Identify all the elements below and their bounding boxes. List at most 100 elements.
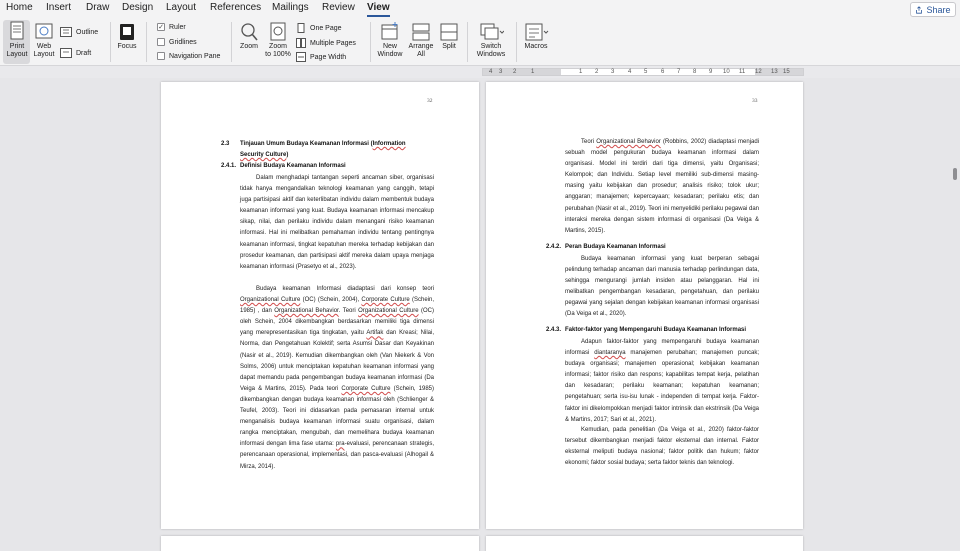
checkmark-icon: ✓ bbox=[157, 23, 165, 31]
tab-layout[interactable]: Layout bbox=[166, 2, 196, 13]
outline-label: Outline bbox=[76, 28, 99, 36]
one-page-icon bbox=[297, 23, 305, 33]
ruler-number: 13 bbox=[771, 69, 778, 75]
focus-icon bbox=[120, 24, 134, 40]
outline-icon bbox=[60, 27, 72, 37]
paragraph-text: (OC) (Schein, 2004), bbox=[300, 297, 362, 304]
tab-mailings[interactable]: Mailings bbox=[272, 2, 309, 13]
new-window-icon bbox=[381, 22, 398, 40]
web-layout-icon bbox=[35, 23, 53, 39]
vertical-scrollbar-thumb[interactable] bbox=[953, 168, 957, 180]
ruler-number: 7 bbox=[677, 69, 681, 75]
ruler-number: 12 bbox=[755, 69, 762, 75]
ruler-number: 3 bbox=[499, 69, 503, 75]
magnifier-icon bbox=[241, 23, 258, 41]
paragraph-text: Corporate Culture bbox=[341, 385, 391, 392]
paragraph-text: Organizational Behavior bbox=[274, 308, 339, 315]
heading-text: Security Culture bbox=[240, 152, 287, 158]
macros-button[interactable]: Macros bbox=[520, 21, 552, 51]
ribbon-divider bbox=[516, 22, 517, 62]
zoom-100-label: Zoom to 100% bbox=[265, 43, 291, 58]
paragraph-text: Teori bbox=[581, 139, 597, 145]
ribbon-divider bbox=[110, 22, 111, 62]
tab-references[interactable]: References bbox=[210, 2, 261, 13]
web-layout-button[interactable]: Web Layout bbox=[32, 21, 56, 59]
print-layout-label: Print Layout bbox=[6, 43, 28, 58]
page-width-button[interactable]: Page Width bbox=[296, 52, 346, 62]
ruler-number: 4 bbox=[489, 69, 493, 75]
paragraph: Budaya keamanan informasi yang kuat berp… bbox=[565, 256, 759, 318]
paragraph-text: manajemen perubahan; manajemen puncak; b… bbox=[565, 350, 759, 423]
web-layout-label: Web Layout bbox=[33, 43, 55, 58]
ruler-number: 6 bbox=[661, 69, 665, 75]
section-heading-2-4-3: Faktor-faktor yang Mempengaruhi Budaya K… bbox=[565, 327, 747, 333]
navigation-pane-checkbox[interactable]: Navigation Pane bbox=[157, 52, 220, 60]
heading-text: Information bbox=[372, 141, 406, 147]
horizontal-ruler[interactable]: 4 3 2 1 1 2 3 4 5 6 7 8 9 10 11 12 13 15 bbox=[0, 67, 960, 77]
gridlines-checkbox[interactable]: Gridlines bbox=[157, 38, 197, 46]
new-window-label: New Window bbox=[377, 43, 403, 58]
checkbox-empty-icon bbox=[157, 52, 165, 60]
switch-windows-icon bbox=[480, 23, 504, 40]
paragraph-text: diantaranya bbox=[594, 350, 626, 357]
document-page-left[interactable]: 32 2.3 Tinjauan Umum Budaya Keamanan Inf… bbox=[161, 82, 479, 529]
paragraph-text: Organizational Culture bbox=[358, 308, 419, 315]
outline-button[interactable]: Outline bbox=[60, 27, 98, 37]
paragraph: Teori Organizational Behavior (Robbins, … bbox=[565, 137, 759, 237]
ribbon-divider bbox=[370, 22, 371, 62]
draft-button[interactable]: Draft bbox=[60, 48, 91, 58]
ruler-checkbox[interactable]: ✓ Ruler bbox=[157, 23, 186, 31]
section-heading-2-4-1: Definisi Budaya Keamanan Informasi bbox=[240, 163, 346, 169]
share-button[interactable]: Share bbox=[910, 2, 956, 17]
ruler-margin-right bbox=[755, 69, 803, 75]
gridlines-label: Gridlines bbox=[169, 38, 197, 46]
one-page-button[interactable]: One Page bbox=[296, 23, 342, 33]
switch-windows-label: Switch Windows bbox=[476, 43, 506, 58]
tab-insert[interactable]: Insert bbox=[46, 2, 71, 13]
tab-draw[interactable]: Draw bbox=[86, 2, 109, 13]
multiple-pages-button[interactable]: Multiple Pages bbox=[296, 38, 356, 48]
arrange-all-button[interactable]: Arrange All bbox=[406, 21, 436, 59]
ruler-number: 15 bbox=[783, 69, 790, 75]
section-heading-2-3: Tinjauan Umum Budaya Keamanan Informasi … bbox=[240, 139, 426, 161]
switch-windows-button[interactable]: Switch Windows bbox=[473, 21, 509, 59]
heading-number: 2.4.1. bbox=[221, 163, 237, 169]
ruler-track[interactable]: 4 3 2 1 1 2 3 4 5 6 7 8 9 10 11 12 13 15 bbox=[482, 68, 804, 76]
paragraph-text: Budaya keamanan Informasi diadaptasi dar… bbox=[256, 286, 434, 292]
share-label: Share bbox=[926, 4, 951, 15]
heading-number: 2.3 bbox=[221, 141, 230, 147]
ruler-number: 4 bbox=[628, 69, 632, 75]
ruler-label: Ruler bbox=[169, 23, 186, 31]
tab-view[interactable]: View bbox=[367, 2, 390, 17]
zoom-button[interactable]: Zoom bbox=[236, 21, 262, 51]
new-window-button[interactable]: New Window bbox=[375, 21, 405, 59]
document-page-next-left[interactable] bbox=[161, 536, 479, 551]
tab-design[interactable]: Design bbox=[122, 2, 153, 13]
paragraph-text: Corporate Culture bbox=[361, 297, 410, 304]
document-page-right[interactable]: 33 Teori Organizational Behavior (Robbin… bbox=[486, 82, 803, 529]
checkbox-empty-icon bbox=[157, 38, 165, 46]
ruler-number: 1 bbox=[579, 69, 583, 75]
page-width-label: Page Width bbox=[310, 53, 347, 61]
focus-button[interactable]: Focus bbox=[115, 21, 139, 51]
tab-review[interactable]: Review bbox=[322, 2, 355, 13]
arrange-all-label: Arrange All bbox=[408, 43, 434, 58]
arrange-all-icon bbox=[412, 23, 430, 41]
multiple-pages-label: Multiple Pages bbox=[310, 39, 356, 47]
tab-home[interactable]: Home bbox=[6, 2, 33, 13]
paragraph-text: (Robbins, 2002) diadaptasi menjadi sebua… bbox=[565, 139, 760, 234]
navigation-pane-label: Navigation Pane bbox=[169, 52, 221, 60]
split-button[interactable]: Split bbox=[437, 21, 461, 51]
ribbon-divider bbox=[467, 22, 468, 62]
ruler-number: 10 bbox=[723, 69, 730, 75]
heading-number: 2.4.2. bbox=[546, 244, 562, 250]
print-layout-button[interactable]: Print Layout bbox=[5, 21, 29, 59]
zoom-100-button[interactable]: Zoom to 100% bbox=[264, 21, 292, 59]
page-width-icon bbox=[296, 52, 306, 62]
focus-label: Focus bbox=[117, 43, 137, 50]
document-canvas[interactable]: 32 2.3 Tinjauan Umum Budaya Keamanan Inf… bbox=[0, 78, 960, 551]
page-number: 33 bbox=[752, 98, 758, 104]
ruler-number: 9 bbox=[709, 69, 713, 75]
document-page-next-right[interactable] bbox=[486, 536, 803, 551]
ruler-margin-left bbox=[483, 69, 561, 75]
